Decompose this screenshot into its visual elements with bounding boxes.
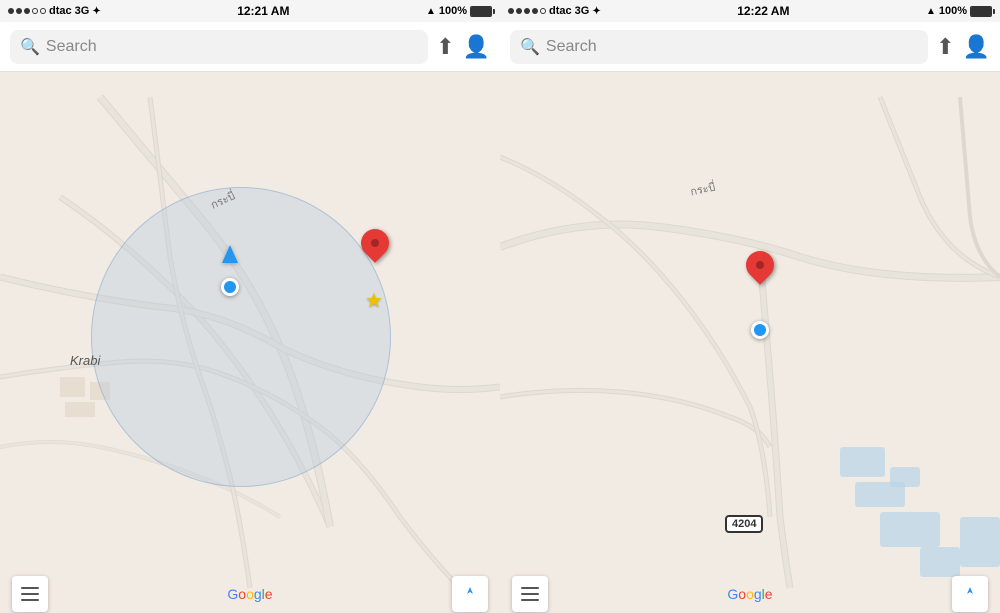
ham-line3 xyxy=(21,599,39,601)
battery-icon-left xyxy=(470,6,492,17)
map-bottom-left: Google xyxy=(0,575,500,613)
signal-dots xyxy=(8,8,46,14)
screen-left: dtac 3G ✦ 12:21 AM ▲ 100% 🔍 Search ⬆ 👤 xyxy=(0,0,500,613)
accuracy-circle xyxy=(91,187,391,487)
dot5 xyxy=(40,8,46,14)
map-area-left[interactable]: กระบี่ Krabi ★ Google xyxy=(0,72,500,613)
rg1: G xyxy=(727,586,738,602)
network-right: 3G xyxy=(575,5,590,17)
map-area-right[interactable]: กระบี่ 4204 Google xyxy=(500,72,1000,613)
o2: o xyxy=(246,586,254,602)
rdot5 xyxy=(540,8,546,14)
pin-dot-right xyxy=(756,261,764,269)
ro2: o xyxy=(746,586,754,602)
battery-pct-right: 100% xyxy=(939,5,967,17)
pin-head-right xyxy=(740,245,780,285)
google-logo-left: Google xyxy=(227,586,272,602)
dot3 xyxy=(24,8,30,14)
road-badge-right: 4204 xyxy=(725,515,763,533)
red-pin-right xyxy=(746,251,774,279)
ham-line2 xyxy=(21,593,39,595)
signal-dots-right xyxy=(508,8,546,14)
user-location-left xyxy=(221,278,239,296)
carrier-left: dtac xyxy=(49,5,72,17)
location-arrow-left: ▲ xyxy=(426,6,436,17)
locate-icon-left xyxy=(461,585,479,603)
search-icon-right: 🔍 xyxy=(520,37,540,57)
gps-icon-left: ✦ xyxy=(92,6,100,17)
rdot3 xyxy=(524,8,530,14)
user-direction-left xyxy=(222,245,238,263)
locate-button-left[interactable] xyxy=(452,576,488,612)
o1: o xyxy=(238,586,246,602)
user-location-right xyxy=(751,321,769,339)
status-right-right: ▲ 100% xyxy=(926,5,992,17)
g2: g xyxy=(254,586,262,602)
status-right-left: ▲ 100% xyxy=(426,5,492,17)
red-pin-left xyxy=(361,229,389,257)
dot4 xyxy=(32,8,38,14)
menu-button-left[interactable] xyxy=(12,576,48,612)
search-bar-left: 🔍 Search ⬆ 👤 xyxy=(0,22,500,72)
rdot1 xyxy=(508,8,514,14)
re: e xyxy=(765,586,773,602)
battery-fill-right xyxy=(971,7,991,16)
status-left-right: dtac 3G ✦ xyxy=(508,5,601,17)
search-icon-left: 🔍 xyxy=(20,37,40,57)
search-bar-right: 🔍 Search ⬆ 👤 xyxy=(500,22,1000,72)
dot1 xyxy=(8,8,14,14)
google-logo-right: Google xyxy=(727,586,772,602)
rham-line1 xyxy=(521,587,539,589)
g1: G xyxy=(227,586,238,602)
navigation-icon-right[interactable]: ⬆ xyxy=(936,34,954,60)
status-left: dtac 3G ✦ xyxy=(8,5,101,17)
search-input-container-right[interactable]: 🔍 Search xyxy=(510,30,928,64)
network-left: 3G xyxy=(75,5,90,17)
search-input-container-left[interactable]: 🔍 Search xyxy=(10,30,428,64)
rham-line3 xyxy=(521,599,539,601)
navigation-icon-left[interactable]: ⬆ xyxy=(436,34,454,60)
rdot4 xyxy=(532,8,538,14)
ro1: o xyxy=(738,586,746,602)
rg2: g xyxy=(754,586,762,602)
time-left: 12:21 AM xyxy=(237,4,289,18)
search-placeholder-left: Search xyxy=(46,38,97,56)
rham-line2 xyxy=(521,593,539,595)
dot2 xyxy=(16,8,22,14)
gps-icon-right: ✦ xyxy=(592,6,600,17)
star-icon-left: ★ xyxy=(365,288,383,313)
rdot2 xyxy=(516,8,522,14)
location-arrow-right: ▲ xyxy=(926,6,936,17)
carrier-right: dtac xyxy=(549,5,572,17)
search-placeholder-right: Search xyxy=(546,38,597,56)
status-bar-left: dtac 3G ✦ 12:21 AM ▲ 100% xyxy=(0,0,500,22)
battery-fill-left xyxy=(471,7,491,16)
screen-right: dtac 3G ✦ 12:22 AM ▲ 100% 🔍 Search ⬆ 👤 xyxy=(500,0,1000,613)
battery-pct-left: 100% xyxy=(439,5,467,17)
pin-head-left xyxy=(355,223,395,263)
menu-button-right[interactable] xyxy=(512,576,548,612)
status-bar-right: dtac 3G ✦ 12:22 AM ▲ 100% xyxy=(500,0,1000,22)
locate-button-right[interactable] xyxy=(952,576,988,612)
person-icon-right[interactable]: 👤 xyxy=(963,34,990,60)
time-right: 12:22 AM xyxy=(737,4,789,18)
locate-icon-right xyxy=(961,585,979,603)
map-bottom-right: Google xyxy=(500,575,1000,613)
ham-line1 xyxy=(21,587,39,589)
battery-icon-right xyxy=(970,6,992,17)
pin-dot-left xyxy=(371,239,379,247)
e: e xyxy=(265,586,273,602)
place-label-krabi: Krabi xyxy=(70,353,100,368)
person-icon-left[interactable]: 👤 xyxy=(463,34,490,60)
